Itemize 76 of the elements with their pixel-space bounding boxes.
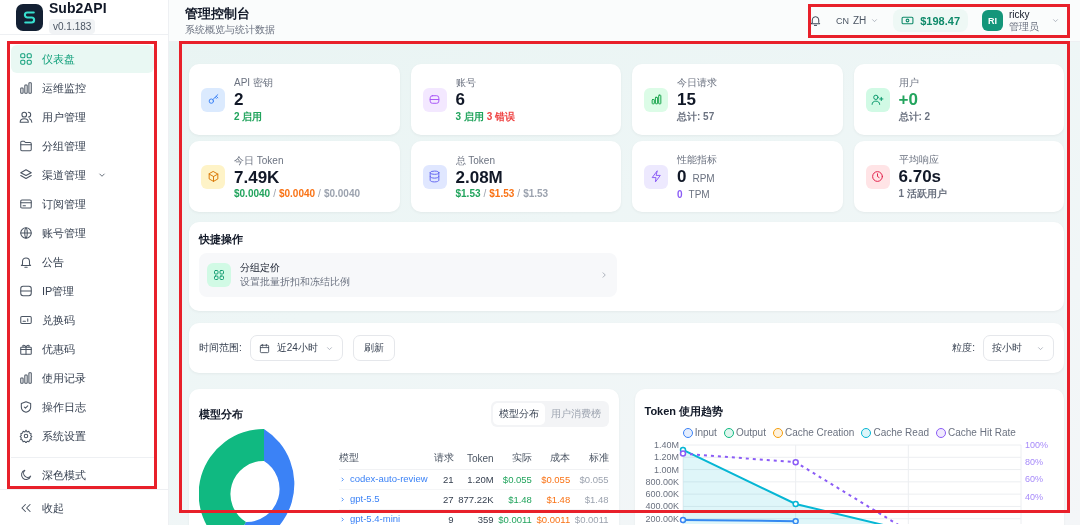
table-cell: 877.22K xyxy=(453,489,494,510)
stat-label: 性能指标 xyxy=(677,153,717,167)
app-name: Sub2API xyxy=(49,0,107,16)
stat-label: 今日请求 xyxy=(677,75,717,90)
axis-label: 100% xyxy=(1024,440,1048,450)
stat-value: 2.08M xyxy=(455,168,504,188)
axis-label: 200.00K xyxy=(644,513,679,524)
filter-label: 时间范围: xyxy=(199,341,242,355)
stat-label: 用户 xyxy=(898,75,920,90)
stat-label: 总 Token xyxy=(455,154,496,168)
separator-slash: / xyxy=(273,188,276,199)
table-cell: 1.20M xyxy=(453,469,494,490)
stat-detail: 1 活跃用户 xyxy=(898,186,947,201)
stat-value: 0 RPM xyxy=(677,167,716,188)
column-header: 请求 xyxy=(429,451,454,470)
separator-slash: / xyxy=(318,188,321,199)
stat-label: API 密钥 xyxy=(234,75,273,90)
page-title: 管理控制台 xyxy=(185,4,251,23)
table-cell: $0.055 xyxy=(570,469,609,490)
stat-detail: 3 错误 xyxy=(486,109,516,124)
table-cell: $0.0011 xyxy=(570,509,609,525)
table-cell: $1.48 xyxy=(531,489,571,510)
stat-detail: $0.0040 xyxy=(278,188,316,199)
version-badge: v0.1.183 xyxy=(49,19,96,34)
stat-detail: 总计: 2 xyxy=(898,109,931,124)
axis-label: 1.00M xyxy=(653,464,679,475)
stat-value: 6.70s xyxy=(898,166,943,187)
stat-detail: 3 启用 xyxy=(455,109,484,124)
table-cell: $0.055 xyxy=(531,469,571,490)
column-header: Token xyxy=(453,451,494,470)
stat-value: 15 xyxy=(677,89,697,110)
stat-detail: 2 启用 xyxy=(234,109,263,124)
column-header: 实际 xyxy=(493,451,532,470)
stat-label: 今日 Token xyxy=(234,154,285,168)
stat-value: 6 xyxy=(455,89,466,110)
stat-value: 7.49K xyxy=(234,168,281,188)
table-cell: $0.055 xyxy=(493,469,532,490)
separator-slash: / xyxy=(483,188,487,199)
axis-label: 40% xyxy=(1024,491,1043,502)
filter-label: 粒度: xyxy=(952,341,975,355)
stat-label: 账号 xyxy=(455,75,477,90)
table-cell: 27 xyxy=(429,489,454,510)
section-title: Token 使用趋势 xyxy=(644,405,724,417)
balance-badge: $198.47 xyxy=(893,9,968,32)
axis-label: 1.40M xyxy=(653,440,679,450)
stat-secondary-value: 0 TPM xyxy=(677,189,711,200)
table-cell: $1.48 xyxy=(493,489,532,510)
stat-detail: $1.53 xyxy=(523,188,549,199)
stat-detail: 总计: 57 xyxy=(677,109,715,124)
stat-value: +0 xyxy=(898,89,919,110)
stat-detail: $0.0040 xyxy=(323,188,361,199)
separator-slash: / xyxy=(517,188,521,199)
column-header: 成本 xyxy=(531,451,571,470)
axis-label: 800.00K xyxy=(644,476,679,487)
axis-label: 400.00K xyxy=(644,501,679,512)
table-cell: $1.48 xyxy=(570,489,609,510)
axis-label: 80% xyxy=(1024,457,1043,468)
stat-detail: $1.53 xyxy=(489,188,515,199)
table-cell: $0.0011 xyxy=(531,509,571,525)
stat-detail: $0.0040 xyxy=(234,188,271,199)
column-header: 标准 xyxy=(570,451,609,470)
column-header: 模型 xyxy=(339,451,430,470)
axis-label: 1.20M xyxy=(653,452,679,463)
page-subtitle: 系统概览与统计数据 xyxy=(185,22,275,37)
section-title: 模型分布 xyxy=(199,406,243,422)
table-cell: 9 xyxy=(429,509,454,525)
table-cell: 21 xyxy=(429,469,454,490)
table-cell: $0.0011 xyxy=(493,509,532,525)
axis-label: 60% xyxy=(1024,474,1043,485)
table-cell: 359 xyxy=(453,509,494,525)
avatar: RI xyxy=(982,10,1003,31)
stat-value: 2 xyxy=(234,89,245,110)
section-title: 快捷操作 xyxy=(199,232,244,247)
stat-label: 平均响应 xyxy=(898,152,940,167)
stat-detail: $1.53 xyxy=(455,188,481,199)
axis-label: 600.00K xyxy=(644,489,679,500)
